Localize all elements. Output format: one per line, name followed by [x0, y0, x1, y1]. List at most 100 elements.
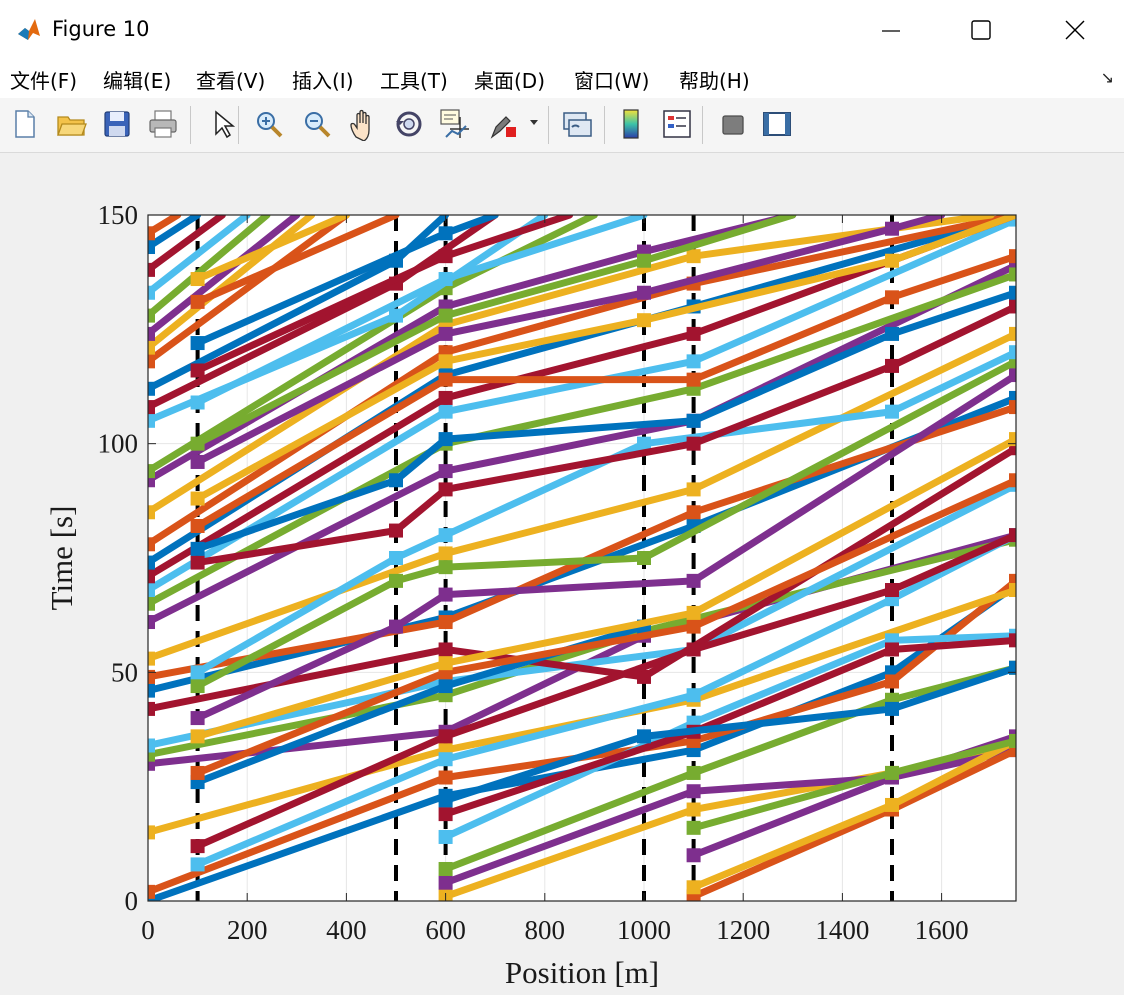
- trajectory-marker: [438, 642, 453, 657]
- colorbar-icon[interactable]: [614, 107, 648, 141]
- trajectory-marker: [190, 363, 205, 378]
- close-icon: [1065, 20, 1085, 40]
- dock-arrow-icon[interactable]: ↘: [1101, 68, 1114, 87]
- menu-item-2[interactable]: 查看(V): [196, 65, 265, 94]
- trajectory-marker: [438, 308, 453, 323]
- toolbar-separator: [702, 106, 703, 144]
- close-button[interactable]: [1052, 8, 1098, 52]
- x-tick-label: 0: [141, 915, 155, 945]
- menu-item-3[interactable]: 插入(I): [292, 65, 354, 94]
- trajectory-marker: [686, 820, 701, 835]
- menu-item-0[interactable]: 文件(F): [10, 65, 77, 94]
- menu-bar: 文件(F) 编辑(E) 查看(V) 插入(I) 工具(T) 桌面(D) 窗口(W) 帮助(H)…: [0, 60, 1124, 98]
- trajectory-marker: [686, 784, 701, 799]
- y-tick-label: 50: [111, 657, 138, 687]
- minimize-button[interactable]: [868, 8, 914, 52]
- trajectory-marker: [438, 560, 453, 575]
- open-file-icon[interactable]: [54, 107, 88, 141]
- trajectory-marker: [686, 505, 701, 520]
- new-figure-icon[interactable]: [8, 107, 42, 141]
- print-icon[interactable]: [146, 107, 180, 141]
- trajectory-marker: [686, 482, 701, 497]
- trajectory-marker: [190, 665, 205, 680]
- trajectory-marker: [190, 491, 205, 506]
- trajectory-marker: [438, 464, 453, 479]
- trajectory-marker: [686, 642, 701, 657]
- x-tick-label: 1400: [815, 915, 869, 945]
- trajectory-marker: [438, 793, 453, 808]
- y-tick-label: 150: [98, 200, 139, 230]
- trajectory-marker: [438, 587, 453, 602]
- show-plot-tools-icon[interactable]: [760, 107, 794, 141]
- trajectory-marker: [885, 642, 899, 657]
- trajectory-marker: [637, 313, 651, 328]
- maximize-icon: [971, 20, 991, 40]
- trajectory-marker: [686, 605, 701, 620]
- trajectory-marker: [190, 336, 205, 351]
- menu-item-1[interactable]: 编辑(E): [103, 65, 171, 94]
- trajectory-marker: [438, 546, 453, 561]
- trajectory-marker: [637, 253, 651, 268]
- trajectory-marker: [190, 454, 205, 469]
- trajectory-marker: [686, 573, 701, 588]
- trajectory-marker: [190, 436, 205, 451]
- trajectory-marker: [438, 807, 453, 822]
- trajectory-marker: [686, 372, 701, 387]
- trajectory-marker: [686, 413, 701, 428]
- maximize-button[interactable]: [958, 8, 1004, 52]
- x-tick-label: 200: [227, 915, 268, 945]
- trajectory-marker: [389, 473, 403, 488]
- time-space-chart: 0 200 400 600 800 1000 1200 1400 1600 0 50 100 150 Po…: [44, 200, 1017, 990]
- trajectory-marker: [190, 857, 205, 872]
- trajectory-marker: [438, 861, 453, 876]
- menu-item-7[interactable]: 帮助(H): [679, 65, 750, 94]
- trajectory-marker: [438, 249, 453, 264]
- trajectory-marker: [438, 390, 453, 405]
- trajectory-marker: [438, 482, 453, 497]
- trajectory-marker: [438, 829, 453, 844]
- trajectory-marker: [389, 619, 403, 634]
- menu-item-5[interactable]: 桌面(D): [474, 65, 545, 94]
- trajectory-marker: [190, 679, 205, 694]
- trajectory-marker: [190, 294, 205, 309]
- pointer-icon[interactable]: [204, 107, 238, 141]
- trajectory-marker: [637, 285, 651, 300]
- y-tick-label: 0: [125, 886, 139, 916]
- zoom-in-icon[interactable]: [252, 107, 286, 141]
- menu-item-6[interactable]: 窗口(W): [574, 65, 649, 94]
- trajectory-marker: [686, 802, 701, 817]
- figure-window: Figure 10 文件(F) 编辑(E) 查看(V) 插入(I) 工具(T) 桌面(D)…: [0, 0, 1124, 995]
- menu-item-4[interactable]: 工具(T): [380, 65, 448, 94]
- brush-dropdown-arrow-icon[interactable]: [530, 120, 538, 125]
- legend-icon[interactable]: [660, 107, 694, 141]
- trajectory-marker: [637, 551, 651, 565]
- trajectory-marker: [438, 729, 453, 744]
- trajectory-marker: [885, 326, 899, 341]
- rotate-3d-icon[interactable]: [392, 107, 426, 141]
- trajectory-marker: [438, 432, 453, 447]
- trajectory-marker: [438, 354, 453, 369]
- link-plot-icon[interactable]: [560, 107, 594, 141]
- trajectory-marker: [438, 875, 453, 890]
- trajectory-marker: [438, 272, 453, 287]
- x-tick-label: 1600: [915, 915, 969, 945]
- trajectory-marker: [438, 226, 453, 241]
- y-tick-label: 100: [98, 429, 139, 459]
- hide-plot-tools-icon[interactable]: [716, 107, 750, 141]
- trajectory-marker: [885, 797, 899, 812]
- trajectory-marker: [885, 221, 899, 236]
- x-tick-label: 1200: [716, 915, 770, 945]
- brush-icon[interactable]: [486, 107, 520, 141]
- trajectory-marker: [190, 839, 205, 854]
- trajectory-marker: [438, 404, 453, 419]
- data-cursor-icon[interactable]: [438, 107, 472, 141]
- trajectory-marker: [686, 436, 701, 451]
- x-axis-label: Position [m]: [505, 955, 659, 990]
- matlab-logo-icon: [16, 16, 42, 42]
- zoom-out-icon[interactable]: [300, 107, 334, 141]
- trajectory-marker: [438, 528, 453, 543]
- figure-canvas: 0 200 400 600 800 1000 1200 1400 1600 0 50 100 150 Po…: [0, 153, 1124, 995]
- trajectory-marker: [885, 253, 899, 268]
- save-icon[interactable]: [100, 107, 134, 141]
- pan-icon[interactable]: [346, 107, 380, 141]
